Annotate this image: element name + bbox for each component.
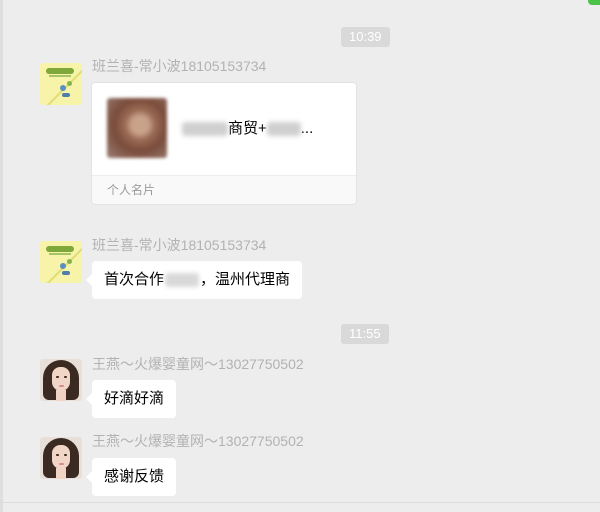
contact-card[interactable]: 商贸+... 个人名片 — [91, 82, 357, 205]
message-bubble[interactable]: 首次合作 ，温州代理商 — [85, 261, 303, 299]
timestamp: 11:55 — [341, 324, 389, 344]
redacted-text — [182, 122, 228, 137]
redacted-text — [165, 273, 200, 288]
message-bubble[interactable]: 感谢反馈 — [85, 458, 177, 496]
status-accent — [588, 0, 600, 5]
contact-card-name: 商贸+... — [182, 117, 313, 138]
contact-card-photo — [107, 98, 167, 158]
sender-name: 王燕～火爆婴童网～13027750502 — [92, 433, 304, 449]
avatar-brand[interactable] — [40, 241, 82, 283]
sender-name: 班兰喜-常小波18105153734 — [92, 58, 267, 74]
redacted-text — [266, 122, 301, 137]
input-area-divider — [0, 502, 600, 503]
chat-history-panel[interactable]: 10:39 班兰喜-常小波18105153734 商贸+... 个人名片 班兰喜… — [0, 0, 600, 512]
message-bubble[interactable]: 好滴好滴 — [85, 380, 177, 418]
sender-name: 王燕～火爆婴童网～13027750502 — [92, 356, 304, 372]
sender-name: 班兰喜-常小波18105153734 — [92, 237, 267, 253]
card-type-label: 个人名片 — [107, 183, 156, 197]
avatar-person[interactable] — [40, 437, 82, 479]
avatar-person[interactable] — [40, 359, 82, 401]
avatar-brand[interactable] — [40, 63, 82, 105]
timestamp: 10:39 — [341, 27, 390, 47]
panel-divider — [0, 0, 3, 512]
